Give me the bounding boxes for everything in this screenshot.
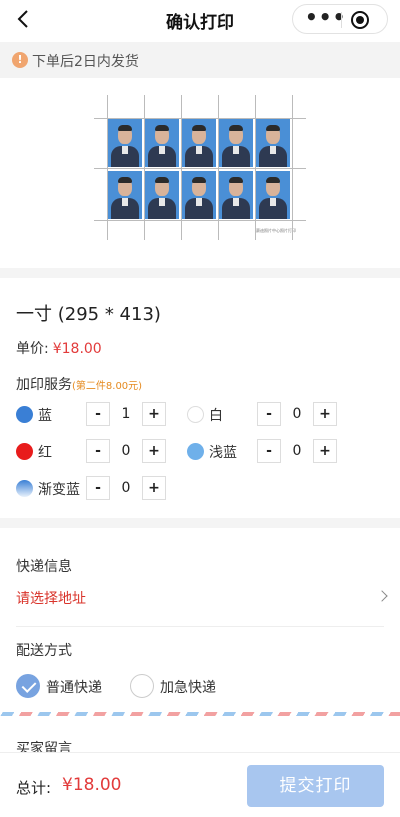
section-gap [0, 268, 400, 278]
target-circle-icon[interactable] [351, 11, 369, 29]
id-photo [145, 171, 179, 219]
option-label: 浅蓝 [209, 445, 237, 461]
gradient-blue-color-dot [16, 480, 33, 497]
print-preview: 赛迪照片中心照片打印 [0, 78, 400, 268]
blue-color-dot [16, 406, 33, 423]
notice-text: 下单后2日内发货 [32, 54, 139, 70]
minus-button[interactable]: - [257, 439, 281, 463]
navigation-bar: 确认打印 ••• [0, 0, 400, 40]
capsule-divider [341, 12, 342, 28]
price-value: ¥18.00 [52, 341, 102, 357]
plus-button[interactable]: + [142, 476, 166, 500]
chevron-right-icon [376, 590, 388, 602]
option-gradient-blue: 渐变蓝 - 0 + [16, 475, 176, 501]
divider [16, 626, 384, 627]
shipping-label: 快递信息 [16, 559, 72, 575]
photo-sheet: 赛迪照片中心照片打印 [94, 95, 306, 240]
shipping-notice: ! 下单后2日内发货 [0, 42, 400, 78]
quantity-value: 0 [121, 480, 131, 496]
sheet-watermark: 赛迪照片中心照片打印 [256, 228, 296, 233]
plus-button[interactable]: + [142, 439, 166, 463]
plus-button[interactable]: + [313, 439, 337, 463]
cut-line [94, 220, 306, 221]
quantity-value: 1 [121, 406, 131, 422]
plus-button[interactable]: + [313, 402, 337, 426]
mini-program-capsule: ••• [292, 4, 388, 34]
id-photo [182, 171, 216, 219]
option-light-blue: 浅蓝 - 0 + [187, 438, 347, 464]
id-photo [108, 171, 142, 219]
option-label: 蓝 [38, 408, 52, 424]
delivery-option-label: 加急快递 [160, 680, 216, 696]
id-photo [145, 119, 179, 167]
checkout-bar: 总计: ¥18.00 提交打印 [0, 752, 400, 817]
radio-circle-icon [130, 674, 154, 698]
total-label: 总计: [16, 779, 52, 797]
light-blue-color-dot [187, 443, 204, 460]
photo-spec: 一寸 (295 * 413) [16, 304, 161, 325]
total-value: ¥18.00 [62, 775, 122, 795]
plus-button[interactable]: + [142, 402, 166, 426]
id-photo [219, 119, 253, 167]
unit-price-row: 单价: ¥18.00 [16, 338, 102, 358]
option-blue: 蓝 - 1 + [16, 401, 176, 427]
cut-line [94, 118, 306, 119]
delivery-label: 配送方式 [16, 643, 72, 659]
extra-print-service-label: 加印服务(第二件8.00元) [16, 374, 142, 394]
id-photo [256, 119, 290, 167]
minus-button[interactable]: - [86, 476, 110, 500]
option-label: 红 [38, 445, 52, 461]
service-label: 加印服务 [16, 377, 72, 393]
minus-button[interactable]: - [86, 439, 110, 463]
quantity-value: 0 [292, 406, 302, 422]
quantity-value: 0 [121, 443, 131, 459]
id-photo [256, 171, 290, 219]
minus-button[interactable]: - [257, 402, 281, 426]
option-white: 白 - 0 + [187, 401, 347, 427]
more-menu-button[interactable]: ••• [305, 7, 345, 28]
option-red: 红 - 0 + [16, 438, 176, 464]
delivery-option-standard[interactable]: 普通快递 [16, 674, 126, 700]
minus-button[interactable]: - [86, 402, 110, 426]
cut-line [94, 168, 306, 169]
id-photo [219, 171, 253, 219]
option-label: 白 [209, 408, 223, 424]
delivery-option-label: 普通快递 [46, 680, 102, 696]
address-placeholder: 请选择地址 [16, 591, 86, 607]
id-photo [108, 119, 142, 167]
delivery-option-express[interactable]: 加急快递 [130, 674, 240, 700]
price-label: 单价: [16, 341, 49, 357]
checkmark-icon [16, 674, 40, 698]
option-label: 渐变蓝 [38, 482, 80, 498]
quantity-value: 0 [292, 443, 302, 459]
red-color-dot [16, 443, 33, 460]
section-gap [0, 518, 400, 528]
address-selector[interactable]: 请选择地址 [16, 586, 388, 610]
info-icon: ! [12, 52, 28, 68]
id-photo [182, 119, 216, 167]
service-promo: (第二件8.00元) [72, 381, 143, 392]
airmail-divider [0, 712, 400, 716]
submit-print-button[interactable]: 提交打印 [247, 765, 384, 807]
white-color-dot [187, 406, 204, 423]
